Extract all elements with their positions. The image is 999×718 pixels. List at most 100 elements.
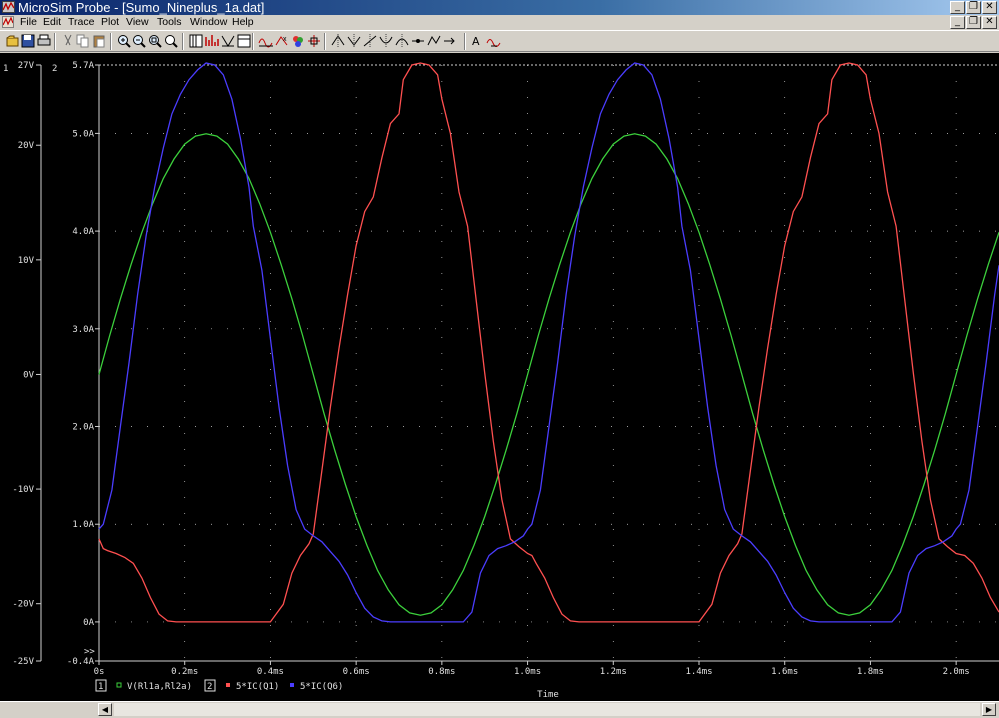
cursor-trough-icon[interactable]	[346, 33, 362, 49]
restore-button[interactable]: ❐	[966, 1, 981, 14]
legend-arrow: >>	[84, 647, 95, 657]
mark-data-icon[interactable]	[486, 33, 502, 49]
axis-2-number: 2	[52, 64, 57, 74]
doc-minimize-button[interactable]: _	[950, 16, 965, 29]
axis-1-number: 1	[3, 64, 8, 74]
menu-window[interactable]: Window	[190, 16, 227, 28]
menu-tools[interactable]: Tools	[157, 16, 182, 28]
cursor-search-icon[interactable]	[426, 33, 442, 49]
axis-1-tick-label: -10V	[12, 485, 34, 495]
axis-2-tick-label: 2.0A	[72, 423, 94, 433]
window-title: MicroSim Probe - [Sumo_Nineplus_1a.dat]	[18, 0, 265, 15]
x-tick-label: 0.4ms	[257, 667, 284, 677]
probe-plot[interactable]: 27V 20V 10V 0V -10V -20V -25V 5.7A 5.0A 4.0A 3.0A 2…	[0, 53, 999, 701]
x-tick-label: 1.0ms	[514, 667, 541, 677]
menu-plot[interactable]: Plot	[101, 16, 119, 28]
performance-icon[interactable]	[220, 33, 236, 49]
x-tick-label: 1.8ms	[857, 667, 884, 677]
series-line-2[interactable]	[98, 62, 999, 623]
close-button[interactable]: ✕	[982, 1, 997, 14]
axis-2-tick-label: 0A	[83, 618, 94, 628]
axis-2-tick-label: 1.0A	[72, 520, 94, 530]
doc-restore-button[interactable]: ❐	[966, 16, 981, 29]
horizontal-scrollbar[interactable]: ◀ ▶	[0, 701, 999, 718]
copy-icon[interactable]	[75, 33, 91, 49]
mark-label-icon[interactable]: A	[470, 33, 486, 49]
zoom-out-icon[interactable]	[131, 33, 147, 49]
toolbar-separator	[464, 33, 466, 50]
zoom-in-icon[interactable]	[116, 33, 132, 49]
legend-axis-1-number: 1	[98, 682, 103, 692]
menu-edit[interactable]: Edit	[43, 16, 61, 28]
open-icon[interactable]	[5, 33, 21, 49]
menu-help[interactable]: Help	[232, 16, 254, 28]
x-tick-label: 2.0ms	[943, 667, 970, 677]
toolbar-separator	[324, 33, 326, 50]
cursor-min-icon[interactable]	[378, 33, 394, 49]
toolbar-separator	[252, 33, 254, 50]
legend-green-marker	[116, 682, 122, 688]
document-icon[interactable]	[2, 16, 14, 28]
x-tick-label: 0.6ms	[343, 667, 370, 677]
legend-axis-2-number: 2	[207, 682, 212, 692]
save-icon[interactable]	[20, 33, 36, 49]
x-axis-label: Time	[537, 690, 559, 700]
add-trace-icon[interactable]	[258, 33, 274, 49]
minimize-button[interactable]: _	[950, 1, 965, 14]
axis-settings-icon[interactable]	[236, 33, 252, 49]
svg-text:A: A	[472, 35, 480, 48]
legend-series-1-label: V(Rl1a,Rl2a)	[127, 682, 192, 692]
series-line-1[interactable]	[98, 133, 999, 616]
title-bar: MicroSim Probe - [Sumo_Nineplus_1a.dat] …	[0, 0, 999, 15]
axis-2-tick-label: 5.0A	[72, 129, 94, 139]
x-tick-label: 1.4ms	[685, 667, 712, 677]
zoom-fit-icon[interactable]	[163, 33, 179, 49]
probe-app-icon[interactable]	[2, 1, 15, 13]
x-tick-label: 1.6ms	[771, 667, 798, 677]
axis-1-tick-label: 10V	[18, 256, 35, 266]
toggle-cursor-icon[interactable]	[306, 33, 322, 49]
axis-1-tick-label: 20V	[18, 141, 35, 151]
menu-bar: File Edit Trace Plot View Tools Window H…	[0, 15, 999, 29]
doc-close-button[interactable]: ✕	[982, 16, 997, 29]
scroll-track[interactable]	[114, 703, 980, 716]
cut-icon[interactable]	[60, 33, 76, 49]
toolbar-separator	[110, 33, 112, 50]
menu-trace[interactable]: Trace	[68, 16, 94, 28]
cursor-point-icon[interactable]	[410, 33, 426, 49]
axis-2-tick-label: 5.7A	[72, 61, 94, 71]
scroll-right-button[interactable]: ▶	[982, 703, 996, 716]
toolbar-separator	[54, 33, 56, 50]
x-tick-label: 1.2ms	[600, 667, 627, 677]
zoom-area-icon[interactable]	[147, 33, 163, 49]
axis-1-tick-label: -25V	[12, 657, 34, 667]
cursor-slope-icon[interactable]	[362, 33, 378, 49]
cursor-max-icon[interactable]	[394, 33, 410, 49]
series-line-3[interactable]	[98, 62, 999, 623]
cursor-peak-icon[interactable]	[330, 33, 346, 49]
axis-2-tick-label: 3.0A	[72, 325, 94, 335]
toolbar: xA	[0, 30, 999, 52]
fourier-icon[interactable]	[204, 33, 220, 49]
eval-goal-icon[interactable]: x	[274, 33, 290, 49]
axis-1-tick-label: -20V	[12, 600, 34, 610]
plot-area[interactable]: 27V 20V 10V 0V -10V -20V -25V 5.7A 5.0A 4.0A 3.0A 2…	[0, 53, 999, 701]
x-tick-label: 0.8ms	[428, 667, 455, 677]
x-tick-label: 0s	[94, 667, 105, 677]
axis-2-tick-label: -0.4A	[67, 657, 95, 667]
svg-text:x: x	[283, 36, 287, 43]
print-icon[interactable]	[36, 33, 52, 49]
menu-view[interactable]: View	[126, 16, 149, 28]
axis-1-tick-label: 27V	[18, 61, 35, 71]
x-tick-label: 0.2ms	[171, 667, 198, 677]
scroll-left-button[interactable]: ◀	[98, 703, 112, 716]
log-x-icon[interactable]	[188, 33, 204, 49]
color-icon[interactable]	[290, 33, 306, 49]
legend-series-3-label: 5*IC(Q6)	[300, 682, 343, 692]
cursor-next-icon[interactable]	[442, 33, 458, 49]
axis-2-tick-label: 4.0A	[72, 227, 94, 237]
toolbar-separator	[182, 33, 184, 50]
legend-blue-marker	[290, 683, 294, 687]
menu-file[interactable]: File	[20, 16, 37, 28]
paste-icon[interactable]	[91, 33, 107, 49]
